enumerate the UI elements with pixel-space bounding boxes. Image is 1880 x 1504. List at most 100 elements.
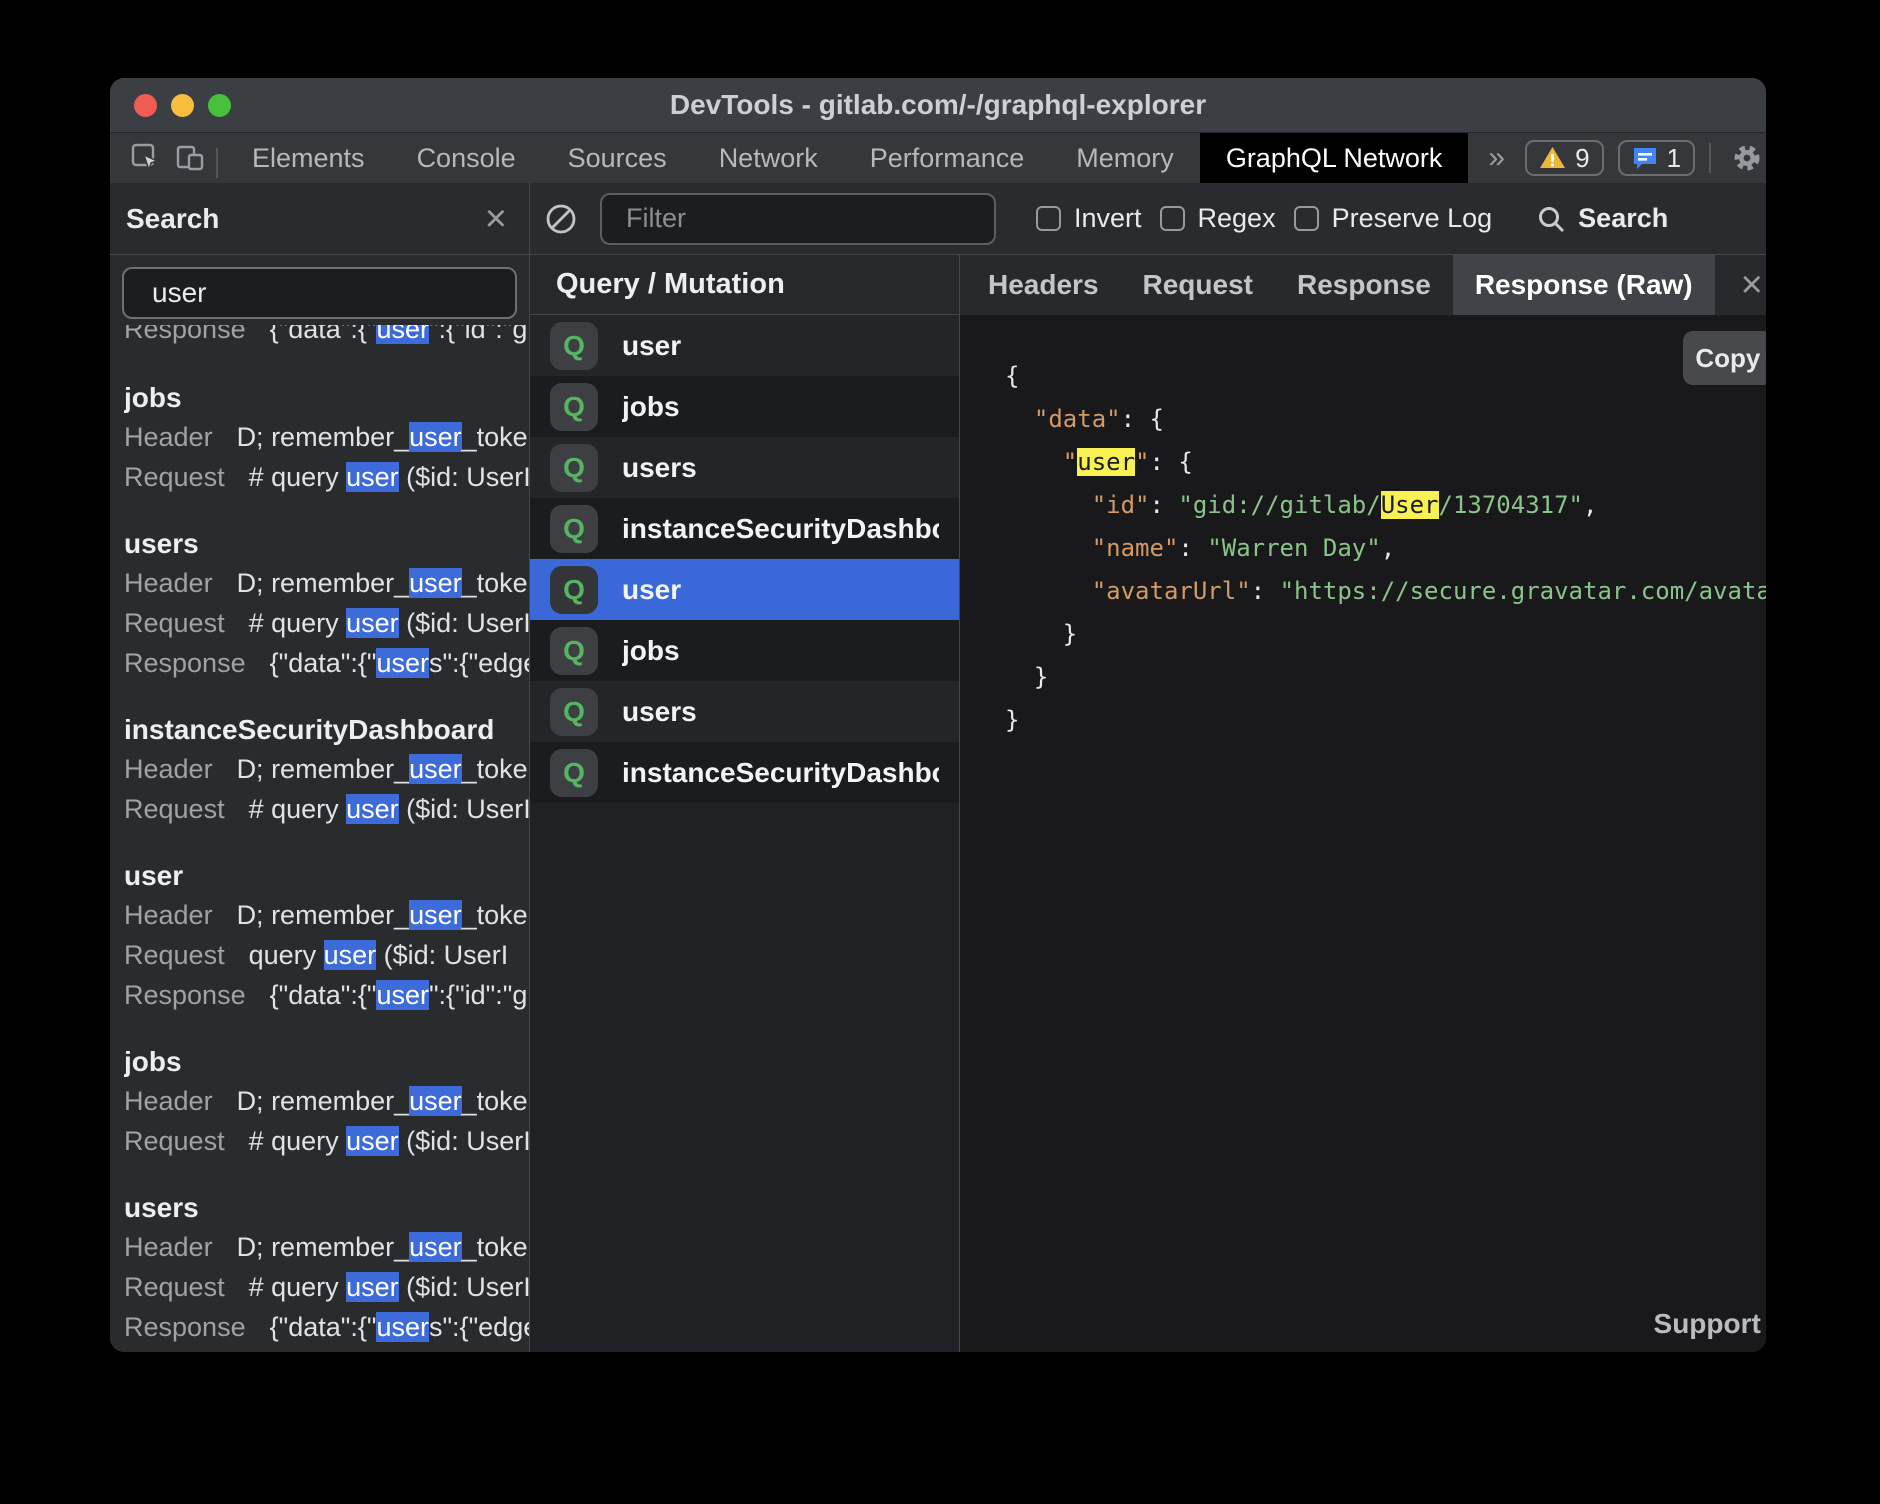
clear-icon[interactable]: [544, 202, 578, 236]
search-result-line[interactable]: Requestquery user ($id: UserI: [124, 935, 529, 975]
json-token: [1005, 534, 1092, 562]
search-line-value: {"data":{"user":{"id":"gid: [270, 325, 529, 349]
query-list-item-users[interactable]: Qusers: [530, 437, 959, 498]
search-result-title[interactable]: users: [124, 1189, 529, 1227]
search-result-line[interactable]: HeaderD; remember_user_token=e: [124, 895, 529, 935]
devtools-tab-sources[interactable]: Sources: [542, 133, 693, 183]
search-match-highlight: user: [376, 648, 429, 678]
network-toolbar: Invert Regex Preserve Log Search: [530, 183, 1766, 255]
query-list-item-user[interactable]: Quser: [530, 315, 959, 376]
query-type-icon: Q: [550, 688, 598, 736]
devtools-window: DevTools - gitlab.com/-/graphql-explorer…: [110, 78, 1766, 1352]
devtools-tab-graphql-network[interactable]: GraphQL Network: [1200, 133, 1469, 183]
search-results-list[interactable]: Response{"data":{"user":{"id":"gidjobsHe…: [110, 319, 529, 1352]
search-result-title[interactable]: jobs: [124, 1043, 529, 1081]
settings-gear-icon[interactable]: [1725, 133, 1766, 183]
inspect-element-icon[interactable]: [124, 133, 168, 183]
devtools-tab-performance[interactable]: Performance: [844, 133, 1051, 183]
search-result-line[interactable]: HeaderD; remember_user_token=e: [124, 1227, 529, 1267]
checkbox-invert[interactable]: Invert: [1036, 203, 1142, 234]
response-panel: HeadersRequestResponseResponse (Raw) × C…: [960, 255, 1766, 1352]
search-line-value: # query user ($id: UserI: [249, 1267, 529, 1307]
search-result-line[interactable]: Request# query user ($id: UserI: [124, 603, 529, 643]
toolbar-search-button[interactable]: Search: [1536, 203, 1668, 234]
checkbox-preserve-log[interactable]: Preserve Log: [1294, 203, 1493, 234]
search-input[interactable]: [122, 267, 517, 319]
response-tabs-strip: HeadersRequestResponseResponse (Raw): [966, 255, 1715, 315]
json-token: }: [1005, 663, 1048, 691]
devtools-tab-console[interactable]: Console: [391, 133, 542, 183]
invert-checkbox-box: [1036, 206, 1061, 231]
more-tabs-chevron-icon[interactable]: »: [1468, 133, 1525, 183]
json-token: "https://secure.gravatar.com/avatar: [1280, 577, 1766, 605]
search-line-label: Request: [124, 1121, 225, 1161]
search-result-line[interactable]: HeaderD; remember_user_token=e: [124, 1081, 529, 1121]
search-result-line[interactable]: Request# query user ($id: UserI: [124, 1267, 529, 1307]
devtools-tab-network[interactable]: Network: [693, 133, 844, 183]
device-toolbar-icon[interactable]: [168, 133, 212, 183]
search-line-value: D; remember_user_token=e: [237, 895, 529, 935]
query-badge-letter: Q: [563, 757, 585, 789]
response-tab-response-raw[interactable]: Response (Raw): [1453, 255, 1715, 315]
json-token: "gid://gitlab/: [1178, 491, 1380, 519]
query-item-label: user: [622, 574, 681, 606]
preserve-log-checkbox-label: Preserve Log: [1332, 203, 1493, 234]
devtools-tab-elements[interactable]: Elements: [226, 133, 391, 183]
search-result-title[interactable]: instanceSecurityDashboard: [124, 711, 529, 749]
query-badge-letter: Q: [563, 452, 585, 484]
search-result-group: jobsHeaderD; remember_user_token=eReques…: [124, 379, 529, 497]
json-viewer: { "data": { "user": { "id": "gid://gitla…: [960, 315, 1766, 742]
checkbox-regex[interactable]: Regex: [1160, 203, 1276, 234]
query-list-item-jobs[interactable]: Qjobs: [530, 620, 959, 681]
search-match-highlight: user: [346, 1272, 399, 1302]
search-match-highlight: user: [346, 794, 399, 824]
search-match-highlight: user: [324, 940, 377, 970]
search-result-line[interactable]: Request # query user ($id: UserI: [124, 1121, 529, 1161]
close-detail-icon[interactable]: ×: [1715, 255, 1766, 315]
search-result-line[interactable]: Request# query user ($id: UserI: [124, 457, 529, 497]
response-tab-headers[interactable]: Headers: [966, 255, 1121, 315]
search-result-title[interactable]: jobs: [124, 379, 529, 417]
query-type-icon: Q: [550, 749, 598, 797]
search-result-line[interactable]: Response{"data":{"user":{"id":"gi: [124, 975, 529, 1015]
search-result-title[interactable]: user: [124, 857, 529, 895]
query-type-icon: Q: [550, 627, 598, 675]
json-line: "id": "gid://gitlab/User/13704317",: [1005, 484, 1766, 527]
search-line-value: D; remember_user_token=e: [237, 1081, 529, 1121]
invert-checkbox-label: Invert: [1074, 203, 1142, 234]
search-result-line[interactable]: Response{"data":{"user":{"id":"gid: [124, 325, 529, 349]
search-result-group: userHeaderD; remember_user_token=eReques…: [124, 857, 529, 1015]
search-result-line[interactable]: HeaderD; remember_user_token=e: [124, 563, 529, 603]
search-line-value: # query user ($id: UserI: [249, 1121, 529, 1161]
query-list-item-users[interactable]: Qusers: [530, 681, 959, 742]
query-badge-letter: Q: [563, 574, 585, 606]
support-link[interactable]: Support: [1654, 1308, 1761, 1340]
search-result-line[interactable]: HeaderD; remember_user_token=e: [124, 749, 529, 789]
search-result-line[interactable]: Request# query user ($id: UserI: [124, 789, 529, 829]
query-list-item-jobs[interactable]: Qjobs: [530, 376, 959, 437]
search-result-line[interactable]: HeaderD; remember_user_token=e: [124, 417, 529, 457]
search-result-title[interactable]: users: [124, 525, 529, 563]
response-tab-response[interactable]: Response: [1275, 255, 1453, 315]
json-token: [1005, 577, 1092, 605]
devtools-tabbar: ElementsConsoleSourcesNetworkPerformance…: [110, 133, 1766, 183]
toolbar-divider: [216, 148, 218, 178]
response-tab-request[interactable]: Request: [1121, 255, 1275, 315]
filter-input[interactable]: [600, 193, 996, 245]
query-list-item-instancesecuritydashboard[interactable]: QinstanceSecurityDashboard: [530, 498, 959, 559]
query-list-item-user[interactable]: Quser: [530, 559, 959, 620]
search-line-label: Request: [124, 789, 225, 829]
search-result-line[interactable]: Response{"data":{"users":{"edges: [124, 643, 529, 683]
devtools-tab-memory[interactable]: Memory: [1050, 133, 1200, 183]
messages-badge[interactable]: 1: [1618, 140, 1695, 176]
close-search-panel-icon[interactable]: ×: [485, 204, 507, 234]
search-match-highlight: user: [346, 462, 399, 492]
query-list-item-instancesecuritydashboard[interactable]: QinstanceSecurityDashboard: [530, 742, 959, 803]
json-token: :: [1178, 534, 1207, 562]
copy-button[interactable]: Copy: [1683, 331, 1766, 385]
search-match-highlight: User: [1381, 491, 1439, 519]
search-line-label: Header: [124, 1227, 213, 1267]
search-line-label: Response: [124, 975, 246, 1015]
search-result-line[interactable]: Response{"data":{"users":{"edges: [124, 1307, 529, 1347]
warning-badge[interactable]: 9: [1525, 140, 1603, 176]
